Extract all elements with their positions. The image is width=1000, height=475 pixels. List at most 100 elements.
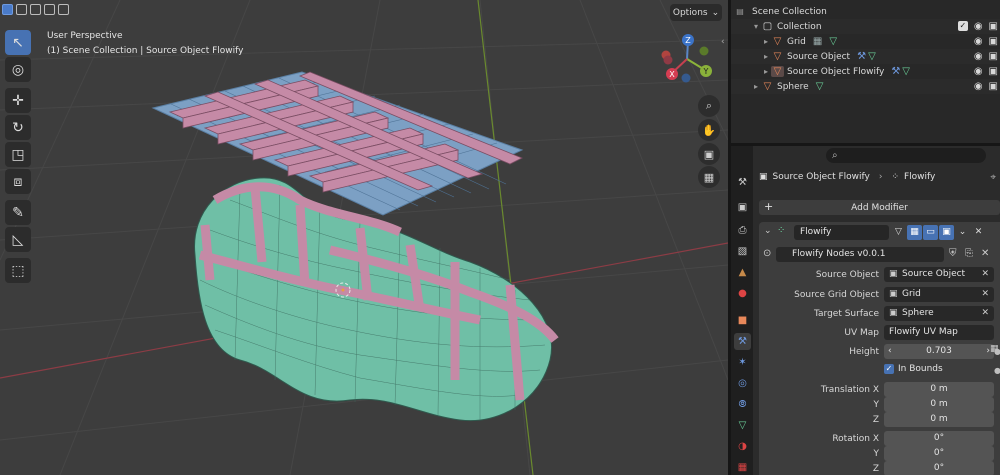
chevron-right-icon[interactable]: ▸ (751, 82, 761, 91)
navigation-gizmo[interactable]: Z Y X (656, 30, 718, 90)
select-box-tool[interactable]: ↖ (5, 30, 31, 55)
translation-z-field[interactable]: 0 m (884, 412, 994, 427)
add-modifier-button[interactable]: + Add Modifier (759, 200, 1000, 215)
source-object-field[interactable]: ▣ Source Object ✕ (884, 267, 994, 282)
edit-mode-cage-icon[interactable]: ▽ (891, 225, 906, 240)
outliner-row-sphere[interactable]: ▸ ▽ Sphere ▽ ◉ ▣ (731, 79, 1000, 94)
render-camera-icon[interactable]: ▣ (989, 51, 998, 62)
scale-tool[interactable]: ◳ (5, 142, 31, 167)
chevron-down-icon[interactable]: ⌄ (955, 225, 970, 240)
options-button[interactable]: Options ⌄ (670, 4, 722, 21)
outliner-row-collection[interactable]: ▾ ▢ Collection ✓ ◉ ▣ (731, 19, 1000, 34)
breadcrumb-object: Source Object Flowify (772, 172, 870, 182)
height-field[interactable]: ‹ 0.703 › (884, 344, 994, 359)
target-surface-field[interactable]: ▣ Sphere ✕ (884, 306, 994, 321)
node-group-field[interactable]: Flowify Nodes v0.0.1 (776, 247, 944, 262)
add-cube-tool[interactable]: ⬚ (5, 258, 31, 283)
output-tab-icon[interactable]: ⎙ (734, 222, 751, 239)
sidebar-toggle-icon[interactable]: ‹ (721, 37, 725, 47)
rotate-tool[interactable]: ↻ (5, 115, 31, 140)
render-icon[interactable]: ▣ (939, 225, 954, 240)
geometry-nodes-icon: ⁘ (891, 172, 899, 182)
particles-tab-icon[interactable]: ✶ (734, 354, 751, 371)
grid-texture-icon: ▦ (812, 36, 823, 47)
render-camera-icon[interactable]: ▣ (989, 66, 998, 77)
edit-mode-icon[interactable]: ▦ (907, 225, 922, 240)
keyframe-dot-icon[interactable]: ● (994, 347, 1000, 356)
data-tab-icon[interactable]: ▽ (734, 417, 751, 434)
chevron-left-icon[interactable]: ‹ (888, 344, 892, 359)
view-layer-tab-icon[interactable]: ▧ (734, 243, 751, 260)
select-subtract-icon[interactable] (30, 4, 41, 15)
visibility-eye-icon[interactable]: ◉ (974, 36, 983, 47)
scene-tab-icon[interactable]: ▲ (734, 264, 751, 281)
select-intersect-icon[interactable] (58, 4, 69, 15)
visibility-eye-icon[interactable]: ◉ (974, 51, 983, 62)
outliner-row-grid[interactable]: ▸ ▽ Grid ▦ ▽ ◉ ▣ (731, 34, 1000, 49)
select-invert-icon[interactable] (44, 4, 55, 15)
duplicate-icon[interactable]: ⎘ (965, 248, 973, 259)
camera-view-icon[interactable]: ▣ (698, 143, 720, 165)
modifier-name-field[interactable]: Flowify (794, 225, 889, 240)
tool-tab-icon[interactable]: ⚒ (734, 174, 751, 191)
chevron-right-icon[interactable]: ▸ (761, 67, 771, 76)
outliner-row-source-object-flowify[interactable]: ▸ ▽ Source Object Flowify ⚒ ▽ ◉ ▣ (731, 64, 1000, 79)
zoom-icon[interactable]: ⌕ (698, 95, 720, 117)
select-new-icon[interactable] (2, 4, 13, 15)
cursor-tool[interactable]: ◎ (5, 57, 31, 82)
in-bounds-checkbox[interactable]: ✓ In Bounds (884, 364, 943, 374)
chevron-down-icon[interactable]: ⌄ (764, 226, 772, 236)
close-icon[interactable]: ✕ (981, 287, 989, 302)
render-camera-icon[interactable]: ▣ (989, 21, 998, 32)
move-tool[interactable]: ✛ (5, 88, 31, 113)
rotation-x-field[interactable]: 0° (884, 431, 994, 446)
wrench-modifier-icon: ⚒ (891, 66, 901, 77)
outliner-row-scene-collection[interactable]: ▤ Scene Collection (731, 4, 1000, 19)
chevron-right-icon[interactable]: ▸ (761, 37, 771, 46)
fake-user-shield-icon[interactable]: ⛨ (949, 248, 957, 259)
close-icon[interactable]: ✕ (981, 267, 989, 282)
transform-tool[interactable]: ⧈ (5, 169, 31, 194)
3d-viewport[interactable]: User Perspective (1) Scene Collection | … (0, 0, 728, 475)
exclude-checkbox[interactable]: ✓ (957, 21, 968, 31)
rotation-y-field[interactable]: 0° (884, 446, 994, 461)
collection-icon: ▢ (762, 21, 773, 32)
close-icon[interactable]: ✕ (981, 306, 989, 321)
viewport-display-icon[interactable]: ▭ (923, 225, 938, 240)
prop-label: Y (873, 399, 880, 410)
properties-search[interactable]: ⌕ (826, 148, 986, 163)
keyframe-dot-icon[interactable]: ● (994, 366, 1000, 375)
node-tree-icon[interactable]: ⊙ (763, 248, 771, 259)
measure-tool[interactable]: ◺ (5, 227, 31, 252)
close-icon[interactable]: ✕ (981, 248, 989, 259)
visibility-eye-icon[interactable]: ◉ (974, 21, 983, 32)
select-mode-icons[interactable] (2, 4, 69, 15)
ortho-grid-icon[interactable]: ▦ (698, 166, 720, 188)
chevron-right-icon[interactable]: ▸ (761, 52, 771, 61)
render-camera-icon[interactable]: ▣ (989, 81, 998, 92)
material-tab-icon[interactable]: ◑ (734, 438, 751, 455)
texture-tab-icon[interactable]: ▦ (734, 459, 751, 475)
annotate-tool[interactable]: ✎ (5, 200, 31, 225)
visibility-eye-icon[interactable]: ◉ (974, 81, 983, 92)
physics-tab-icon[interactable]: ◎ (734, 375, 751, 392)
checkbox-checked-icon: ✓ (884, 364, 894, 374)
pin-icon[interactable]: ⌖ (990, 172, 996, 183)
translation-x-field[interactable]: 0 m (884, 382, 994, 397)
constraints-tab-icon[interactable]: ⦾ (734, 396, 751, 413)
chevron-down-icon[interactable]: ▾ (751, 22, 761, 31)
render-tab-icon[interactable]: ▣ (734, 199, 751, 216)
visibility-eye-icon[interactable]: ◉ (974, 66, 983, 77)
uv-map-field[interactable]: Flowify UV Map (884, 325, 994, 340)
modifier-tab-icon[interactable]: ⚒ (734, 333, 751, 350)
object-tab-icon[interactable]: ■ (734, 312, 751, 329)
rotation-z-field[interactable]: 0° (884, 461, 994, 475)
render-camera-icon[interactable]: ▣ (989, 36, 998, 47)
hand-pan-icon[interactable]: ✋ (698, 119, 720, 141)
select-extend-icon[interactable] (16, 4, 27, 15)
outliner-row-source-object[interactable]: ▸ ▽ Source Object ⚒ ▽ ◉ ▣ (731, 49, 1000, 64)
world-tab-icon[interactable]: ● (734, 285, 751, 302)
translation-y-field[interactable]: 0 m (884, 397, 994, 412)
close-icon[interactable]: ✕ (971, 225, 986, 240)
source-grid-field[interactable]: ▣ Grid ✕ (884, 287, 994, 302)
